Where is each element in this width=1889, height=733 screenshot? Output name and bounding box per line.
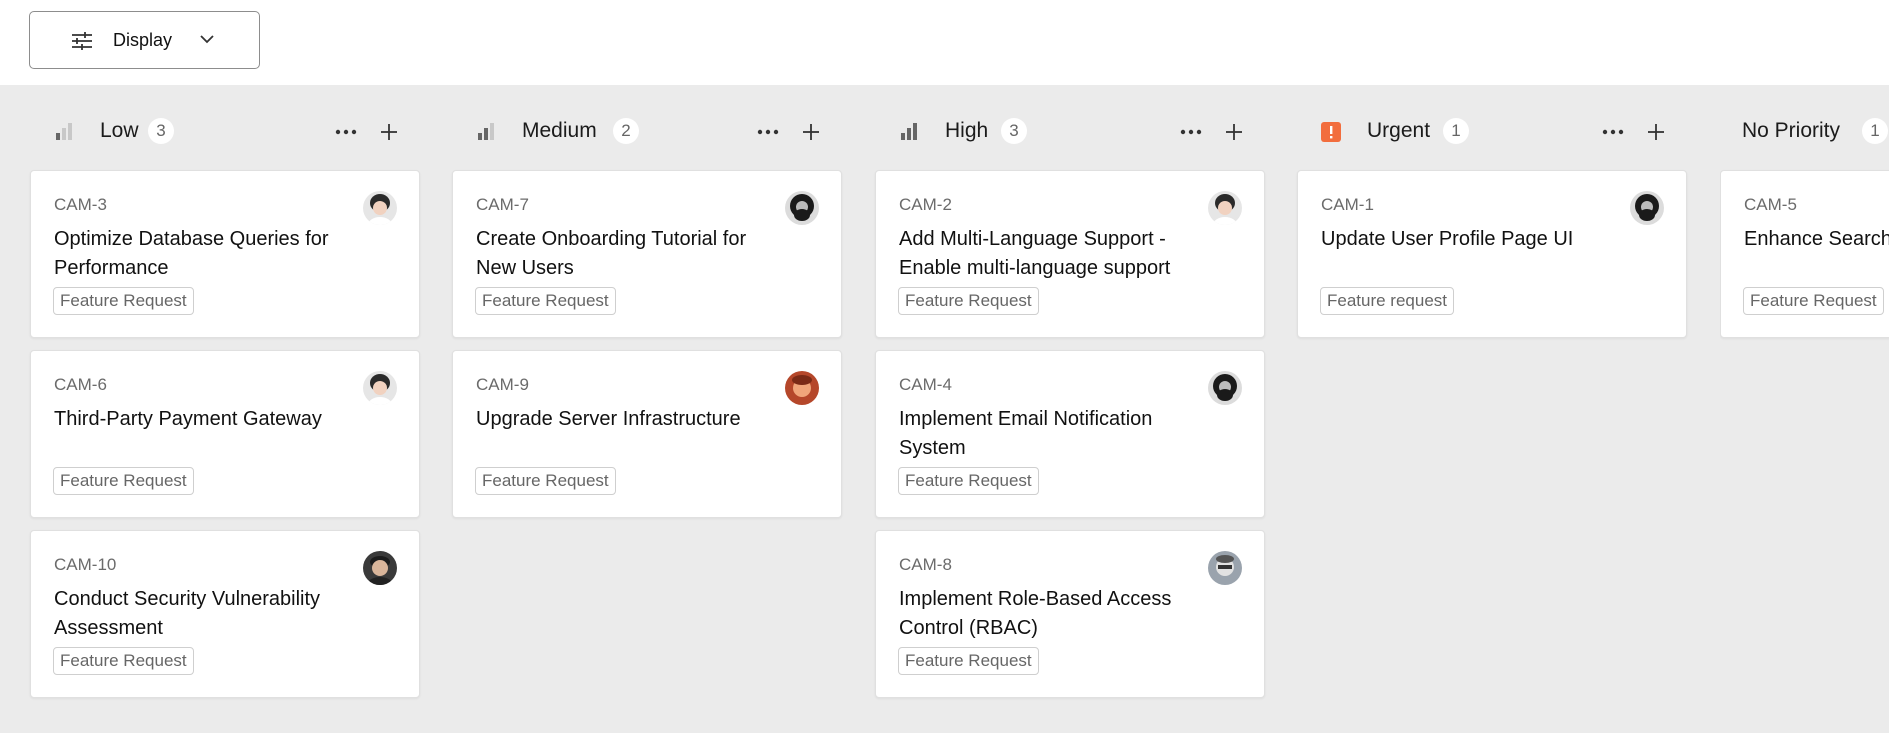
issue-id: CAM-1 bbox=[1321, 195, 1374, 214]
avatar[interactable] bbox=[363, 371, 397, 405]
column-high: High 3 CAM-2 Add Multi-Language Support … bbox=[875, 85, 1265, 733]
avatar[interactable] bbox=[785, 191, 819, 225]
issue-card[interactable]: CAM-10 Conduct Security Vulnerability As… bbox=[30, 530, 420, 698]
issue-id: CAM-8 bbox=[899, 555, 952, 574]
column-title: No Priority bbox=[1742, 119, 1841, 142]
issue-card[interactable]: CAM-2 Add Multi-Language Support - Enabl… bbox=[875, 170, 1265, 338]
priority-low-icon bbox=[54, 122, 74, 142]
avatar[interactable] bbox=[363, 191, 397, 225]
issue-id: CAM-3 bbox=[54, 195, 107, 214]
display-label: Display bbox=[113, 30, 173, 50]
avatar[interactable] bbox=[785, 371, 819, 405]
column-low: Low 3 CAM-3 Optimize Database Queries fo… bbox=[30, 85, 420, 733]
issue-card[interactable]: CAM-7 Create Onboarding Tutorial for New… bbox=[452, 170, 842, 338]
issue-title: Upgrade Server Infrastructure bbox=[476, 408, 741, 430]
column-count-badge: 3 bbox=[148, 118, 174, 144]
column-header: Low 3 bbox=[30, 85, 420, 170]
issue-id: CAM-7 bbox=[476, 195, 529, 214]
more-options-icon[interactable] bbox=[756, 122, 780, 142]
label-tag: Feature Request bbox=[53, 467, 194, 495]
column-title: High bbox=[945, 119, 989, 142]
sliders-icon bbox=[71, 31, 93, 56]
column-header: No Priority 1 bbox=[1720, 85, 1889, 170]
column-count-badge: 3 bbox=[1001, 118, 1027, 144]
more-options-icon[interactable] bbox=[1601, 122, 1625, 142]
avatar[interactable] bbox=[1208, 191, 1242, 225]
issue-title: Conduct Security Vulnerability Assessmen… bbox=[54, 588, 321, 639]
label-tag: Feature Request bbox=[53, 287, 194, 315]
column-count-badge: 1 bbox=[1862, 118, 1888, 144]
issue-card[interactable]: CAM-4 Implement Email Notification Syste… bbox=[875, 350, 1265, 518]
priority-high-icon bbox=[899, 122, 919, 142]
column-title: Medium bbox=[522, 119, 597, 142]
kanban-board: Low 3 CAM-3 Optimize Database Queries fo… bbox=[0, 85, 1889, 733]
avatar[interactable] bbox=[1630, 191, 1664, 225]
issue-card[interactable]: CAM-1 Update User Profile Page UI Featur… bbox=[1297, 170, 1687, 338]
add-card-icon[interactable] bbox=[1645, 121, 1667, 143]
issue-title: Optimize Database Queries for Performanc… bbox=[54, 228, 329, 279]
issue-id: CAM-6 bbox=[54, 375, 107, 394]
column-title: Urgent bbox=[1367, 119, 1431, 142]
issue-title: Create Onboarding Tutorial for New Users bbox=[476, 228, 747, 279]
issue-card[interactable]: CAM-8 Implement Role-Based Access Contro… bbox=[875, 530, 1265, 698]
issue-title: Implement Role-Based Access Control (RBA… bbox=[899, 588, 1172, 639]
chevron-down-icon bbox=[199, 32, 215, 51]
priority-medium-icon bbox=[476, 122, 496, 142]
issue-id: CAM-10 bbox=[54, 555, 117, 574]
issue-id: CAM-9 bbox=[476, 375, 529, 394]
add-card-icon[interactable] bbox=[1223, 121, 1245, 143]
label-tag: Feature Request bbox=[898, 647, 1039, 675]
avatar[interactable] bbox=[1208, 551, 1242, 585]
column-count-badge: 1 bbox=[1443, 118, 1469, 144]
issue-id: CAM-2 bbox=[899, 195, 952, 214]
issue-id: CAM-4 bbox=[899, 375, 952, 394]
avatar[interactable] bbox=[1208, 371, 1242, 405]
issue-title: Third-Party Payment Gateway bbox=[54, 408, 322, 430]
label-tag: Feature Request bbox=[1743, 287, 1884, 315]
column-header: Medium 2 bbox=[452, 85, 842, 170]
column-header: Urgent 1 bbox=[1297, 85, 1687, 170]
issue-card[interactable]: CAM-9 Upgrade Server Infrastructure Feat… bbox=[452, 350, 842, 518]
column-medium: Medium 2 CAM-7 Create Onboarding Tutoria… bbox=[452, 85, 842, 733]
label-tag: Feature Request bbox=[475, 467, 616, 495]
issue-card[interactable]: CAM-5 Enhance Search Feature Request bbox=[1720, 170, 1889, 338]
issue-id: CAM-5 bbox=[1744, 195, 1797, 214]
issue-title: Add Multi-Language Support - Enable mult… bbox=[899, 228, 1171, 279]
avatar[interactable] bbox=[363, 551, 397, 585]
issue-title: Enhance Search bbox=[1744, 228, 1889, 250]
column-urgent: Urgent 1 CAM-1 Update User Profile Page … bbox=[1297, 85, 1687, 733]
label-tag: Feature request bbox=[1320, 287, 1455, 315]
label-tag: Feature Request bbox=[475, 287, 616, 315]
issue-card[interactable]: CAM-6 Third-Party Payment Gateway Featur… bbox=[30, 350, 420, 518]
column-header: High 3 bbox=[875, 85, 1265, 170]
toolbar: Display bbox=[0, 0, 1889, 85]
display-button[interactable]: Display bbox=[29, 11, 260, 69]
more-options-icon[interactable] bbox=[334, 122, 358, 142]
label-tag: Feature Request bbox=[898, 467, 1039, 495]
label-tag: Feature Request bbox=[898, 287, 1039, 315]
column-title: Low bbox=[100, 119, 139, 142]
issue-title: Update User Profile Page UI bbox=[1321, 228, 1574, 250]
more-options-icon[interactable] bbox=[1179, 122, 1203, 142]
issue-card[interactable]: CAM-3 Optimize Database Queries for Perf… bbox=[30, 170, 420, 338]
add-card-icon[interactable] bbox=[378, 121, 400, 143]
issue-title: Implement Email Notification System bbox=[899, 408, 1153, 459]
label-tag: Feature Request bbox=[53, 647, 194, 675]
column-no-priority: No Priority 1 CAM-5 Enhance Search Featu… bbox=[1720, 85, 1889, 733]
urgent-icon bbox=[1321, 122, 1341, 142]
add-card-icon[interactable] bbox=[800, 121, 822, 143]
column-count-badge: 2 bbox=[613, 118, 639, 144]
